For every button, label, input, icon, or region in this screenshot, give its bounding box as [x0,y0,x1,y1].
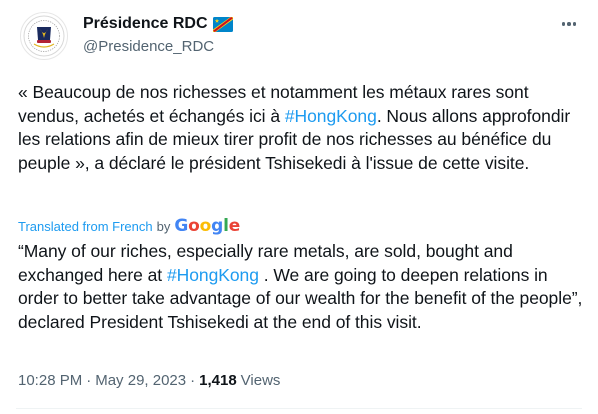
separator-dot: · [190,372,196,389]
hashtag-link[interactable]: #HongKong [167,265,259,285]
tweet-translated-text: “Many of our riches, especially rare met… [18,240,584,334]
by-label: by [156,218,171,234]
drc-flag-icon [212,16,233,32]
translated-from-link[interactable]: Translated from French [18,219,153,234]
divider [16,408,582,409]
separator-dot: · [86,372,92,389]
tweet-header: Présidence RDC @Presidence_RDC [83,14,233,57]
hashtag-link[interactable]: #HongKong [285,106,377,126]
tweet-date[interactable]: May 29, 2023 [95,371,186,391]
views-count[interactable]: 1,418 [199,371,237,391]
tweet-time[interactable]: 10:28 PM [18,371,82,391]
presidency-seal [23,15,65,57]
tweet-metadata: 10:28 PM · May 29, 2023 · 1,418 Views [18,371,280,391]
translation-attribution: Translated from French by Google [18,216,240,236]
views-label: Views [240,372,281,389]
user-handle[interactable]: @Presidence_RDC [83,37,233,57]
tweet-card: Présidence RDC @Presidence_RDC « Beaucou… [0,0,598,414]
display-name[interactable]: Présidence RDC [83,14,208,34]
avatar[interactable] [20,12,68,60]
more-options-icon[interactable] [561,22,576,26]
google-logo: Google [174,216,241,236]
tweet-original-text: « Beaucoup de nos richesses et notamment… [18,81,584,175]
display-name-row: Présidence RDC [83,14,233,34]
